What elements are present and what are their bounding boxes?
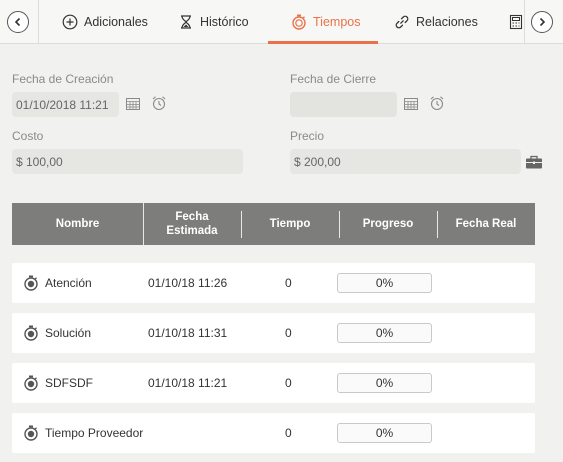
progress-bar: 0% [337, 423, 432, 443]
tab-label: Adicionales [84, 15, 148, 29]
chevron-right-icon [539, 17, 546, 27]
progress-bar: 0% [337, 273, 432, 293]
row-fecha-estimada: 01/10/18 11:21 [148, 376, 228, 390]
tab-tiempos[interactable]: Tiempos [291, 0, 360, 44]
table-header: Nombre Fecha Estimada Tiempo Progreso Fe… [12, 203, 535, 245]
precio-value: $ 200,00 [294, 154, 341, 169]
progress-label: 0% [375, 276, 394, 290]
alarm-clock-icon[interactable] [429, 95, 445, 111]
calendar-icon[interactable] [403, 96, 419, 112]
costo-value: $ 100,00 [16, 154, 63, 169]
col-progreso[interactable]: Progreso [339, 203, 437, 245]
plus-circle-icon [62, 14, 78, 30]
alarm-clock-icon[interactable] [151, 95, 167, 111]
row-tiempo: 0 [285, 376, 292, 390]
col-fecha-estimada[interactable]: Fecha Estimada [143, 203, 241, 245]
tab-label: Histórico [200, 15, 249, 29]
progress-bar: 0% [337, 373, 432, 393]
progress-label: 0% [375, 326, 394, 340]
tab-divider [524, 0, 525, 44]
col-fecha-estimada-line2: Estimada [166, 225, 218, 237]
row-tiempo: 0 [285, 326, 292, 340]
previous-tab-button[interactable] [7, 11, 29, 33]
table-row[interactable]: Tiempo Proveedor 0 0% [12, 413, 535, 453]
stopwatch-icon [24, 375, 38, 391]
tab-adicionales[interactable]: Adicionales [62, 0, 148, 44]
tab-relaciones[interactable]: Relaciones [394, 0, 478, 44]
active-tab-indicator [268, 41, 378, 44]
stopwatch-icon [24, 275, 38, 291]
fecha-cierre-label: Fecha de Cierre [290, 72, 377, 86]
row-nombre: SDFSDF [45, 376, 93, 390]
precio-label: Precio [290, 129, 325, 143]
tab-divider [38, 0, 39, 44]
table-row[interactable]: Solución 01/10/18 11:31 0 0% [12, 313, 535, 353]
calendar-icon[interactable] [125, 96, 141, 112]
fecha-creacion-label: Fecha de Creación [12, 72, 114, 86]
row-fecha-estimada: 01/10/18 11:26 [148, 276, 228, 290]
fecha-cierre-field[interactable] [290, 92, 397, 117]
costo-label: Costo [12, 129, 44, 143]
tab-historico[interactable]: Histórico [178, 0, 249, 44]
col-tiempo[interactable]: Tiempo [241, 203, 339, 245]
chevron-left-icon [14, 17, 21, 27]
stopwatch-icon [24, 425, 38, 441]
row-fecha-estimada: 01/10/18 11:31 [148, 326, 228, 340]
row-nombre: Tiempo Proveedor [45, 426, 144, 440]
row-tiempo: 0 [285, 276, 292, 290]
stopwatch-icon [24, 325, 38, 341]
col-fecha-estimada-line1: Fecha [175, 211, 209, 223]
fecha-creacion-value: 01/10/2018 11:21 [16, 97, 109, 112]
costo-field[interactable]: $ 100,00 [12, 149, 243, 174]
tab-more-partial[interactable] [508, 0, 524, 44]
progress-label: 0% [375, 376, 394, 390]
row-nombre: Atención [45, 276, 92, 290]
precio-field[interactable]: $ 200,00 [290, 149, 521, 174]
table-row[interactable]: Atención 01/10/18 11:26 0 0% [12, 263, 535, 303]
tab-label: Relaciones [416, 15, 478, 29]
stopwatch-icon [292, 14, 306, 30]
col-nombre[interactable]: Nombre [12, 203, 143, 245]
progress-bar: 0% [337, 323, 432, 343]
next-tab-button[interactable] [531, 11, 553, 33]
fecha-creacion-field[interactable]: 01/10/2018 11:21 [12, 92, 119, 117]
row-tiempo: 0 [285, 426, 292, 440]
progress-label: 0% [375, 426, 394, 440]
col-fecha-real[interactable]: Fecha Real [437, 203, 535, 245]
table-row[interactable]: SDFSDF 01/10/18 11:21 0 0% [12, 363, 535, 403]
link-icon [395, 15, 409, 29]
tab-label: Tiempos [313, 15, 361, 29]
hourglass-icon [181, 15, 191, 29]
calculator-icon [509, 14, 523, 30]
tab-bar: Adicionales Histórico Tiempos Relaciones [0, 0, 563, 44]
briefcase-icon[interactable] [525, 154, 543, 170]
row-nombre: Solución [45, 326, 92, 340]
